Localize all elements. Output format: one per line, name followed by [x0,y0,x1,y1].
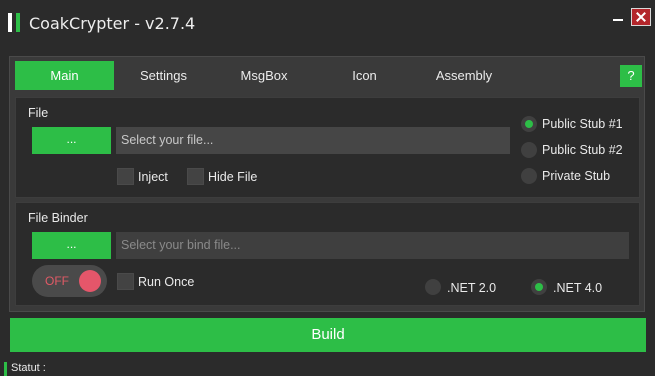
close-button[interactable] [631,8,651,26]
private-stub-radio[interactable] [521,168,537,184]
public-stub-1-label: Public Stub #1 [542,117,623,131]
tab-assembly[interactable]: Assembly [414,61,514,90]
status-bar [0,360,655,376]
hide-file-label: Hide File [208,170,258,184]
build-button[interactable]: Build [10,318,646,352]
file-binder-label: File Binder [28,211,88,225]
private-stub-label: Private Stub [542,169,611,183]
net2-label: .NET 2.0 [447,281,497,295]
status-label: Statut : [11,362,46,374]
browse-bind-file-button[interactable]: ... [32,232,111,259]
app-logo-accent-icon [16,13,20,32]
tab-main[interactable]: Main [15,61,114,90]
net4-radio[interactable] [531,279,547,295]
file-label: File [28,106,49,120]
file-input[interactable]: Select your file... [116,127,510,154]
status-indicator-icon [4,362,7,376]
browse-file-button[interactable]: ... [32,127,111,154]
public-stub-1-radio[interactable] [521,116,537,132]
binder-toggle[interactable]: OFF [32,265,107,297]
help-button[interactable]: ? [620,65,642,87]
public-stub-2-label: Public Stub #2 [542,143,623,157]
run-once-checkbox[interactable] [117,273,134,290]
tab-msgbox[interactable]: MsgBox [213,61,315,90]
run-once-label: Run Once [138,275,195,289]
toggle-knob [79,270,101,292]
tab-settings[interactable]: Settings [114,61,213,90]
inject-checkbox[interactable] [117,168,134,185]
app-logo-icon [8,13,12,32]
inject-label: Inject [138,170,168,184]
net2-radio[interactable] [425,279,441,295]
minimize-button[interactable] [610,9,628,25]
bind-file-input[interactable]: Select your bind file... [116,232,629,259]
window-title: CoakCrypter - v2.7.4 [29,14,196,33]
title-bar: CoakCrypter - v2.7.4 [0,0,655,46]
public-stub-2-radio[interactable] [521,142,537,158]
toggle-state-label: OFF [45,274,69,288]
hide-file-checkbox[interactable] [187,168,204,185]
tab-icon[interactable]: Icon [315,61,414,90]
net4-label: .NET 4.0 [553,281,603,295]
